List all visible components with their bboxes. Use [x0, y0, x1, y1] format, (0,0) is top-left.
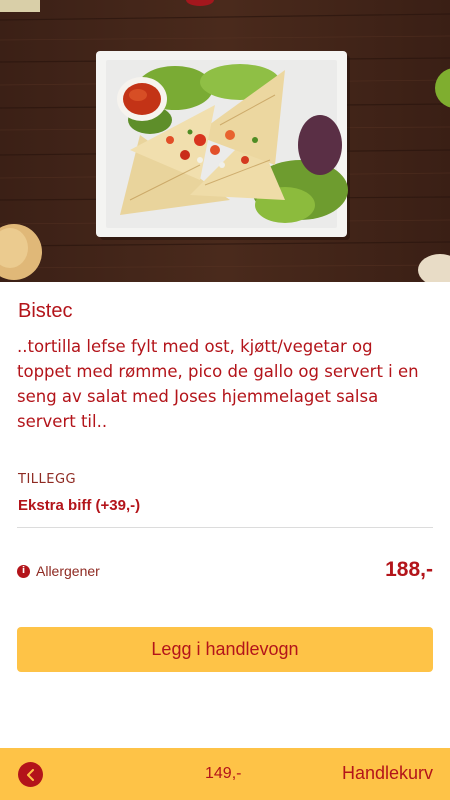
- addons-heading: TILLEGG: [18, 472, 77, 487]
- cart-total: 149,-: [205, 765, 242, 782]
- allergens-link[interactable]: i Allergener: [17, 563, 100, 579]
- product-description: ..tortilla lefse fylt med ost, kjøtt/veg…: [17, 337, 419, 431]
- back-button[interactable]: [18, 762, 43, 787]
- cart-footer: 149,- Handlekurv: [0, 748, 450, 800]
- product-title: Bistec: [18, 300, 73, 322]
- product-price: 188,-: [385, 558, 433, 581]
- cart-button[interactable]: Handlekurv: [342, 763, 433, 784]
- chevron-left-icon: [26, 768, 34, 781]
- add-to-cart-label: Legg i handlevogn: [151, 639, 299, 659]
- addon-option-extra-beef[interactable]: Ekstra biff (+39,-): [18, 497, 140, 514]
- allergens-label: Allergener: [36, 563, 100, 579]
- divider: [17, 527, 433, 528]
- product-image: [0, 0, 450, 282]
- info-icon: i: [17, 564, 30, 578]
- add-to-cart-button[interactable]: Legg i handlevogn: [17, 627, 433, 672]
